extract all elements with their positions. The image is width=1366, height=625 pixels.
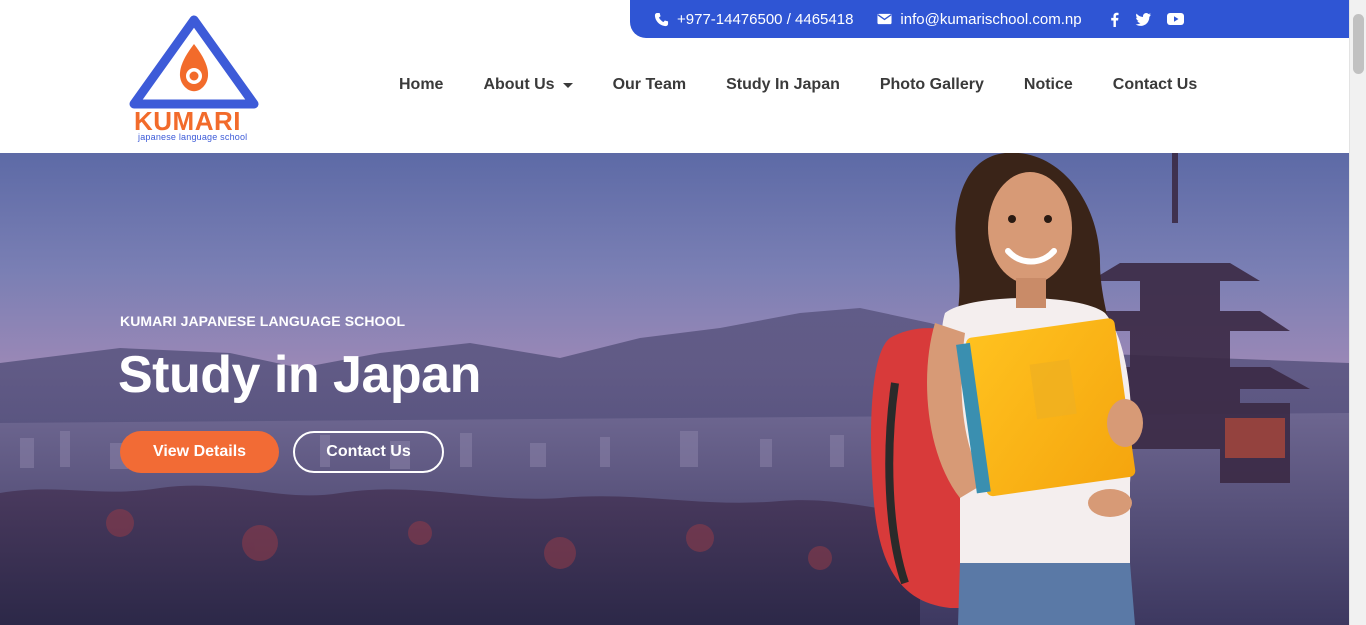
- email-address: info@kumarischool.com.np: [900, 10, 1082, 28]
- main-navigation: Home About Us Our Team Study In Japan Ph…: [399, 76, 1197, 94]
- nav-notice-label: Notice: [1023, 76, 1073, 93]
- scrollbar-thumb[interactable]: [1353, 14, 1364, 74]
- twitter-icon[interactable]: [1135, 12, 1151, 26]
- nav-home[interactable]: Home: [399, 76, 443, 94]
- hero-eyebrow: KUMARI JAPANESE LANGUAGE SCHOOL: [120, 313, 406, 329]
- logo-mark-icon: [129, 15, 259, 109]
- page-scrollbar[interactable]: [1349, 0, 1366, 625]
- phone-contact[interactable]: +977-14476500 / 4465418: [654, 11, 853, 28]
- nav-contact-us[interactable]: Contact Us: [1113, 76, 1197, 94]
- nav-study-in-japan[interactable]: Study In Japan: [726, 76, 840, 94]
- contact-us-button[interactable]: Contact Us: [293, 431, 444, 473]
- contact-bar: +977-14476500 / 4465418 info@kumarischoo…: [630, 0, 1349, 38]
- nav-home-label: Home: [399, 76, 444, 93]
- nav-about-us-label: About Us: [483, 76, 555, 93]
- nav-contact-us-label: Contact Us: [1112, 76, 1198, 93]
- phone-number: +977-14476500 / 4465418: [677, 10, 854, 28]
- site-logo[interactable]: KUMARI japanese language school: [128, 14, 260, 144]
- nav-study-in-japan-label: Study In Japan: [726, 76, 840, 93]
- view-details-button[interactable]: View Details: [120, 431, 279, 473]
- social-links: [1110, 12, 1200, 27]
- nav-our-team-label: Our Team: [612, 76, 687, 93]
- student-illustration: [871, 153, 1143, 625]
- nav-about-us[interactable]: About Us: [483, 76, 573, 94]
- hero-headline: Study in Japan: [118, 346, 481, 404]
- nav-photo-gallery[interactable]: Photo Gallery: [880, 76, 984, 94]
- facebook-icon[interactable]: [1110, 12, 1119, 27]
- email-contact[interactable]: info@kumarischool.com.np: [877, 10, 1082, 28]
- nav-photo-gallery-label: Photo Gallery: [879, 76, 984, 93]
- logo-tagline: japanese language school: [138, 132, 248, 142]
- phone-icon: [654, 12, 669, 26]
- nav-notice[interactable]: Notice: [1024, 76, 1073, 94]
- youtube-icon[interactable]: [1166, 13, 1184, 25]
- nav-our-team[interactable]: Our Team: [613, 76, 687, 94]
- hero-banner: KUMARI JAPANESE LANGUAGE SCHOOL Study in…: [0, 153, 1349, 625]
- chevron-down-icon: [562, 82, 573, 88]
- envelope-icon: [877, 13, 892, 25]
